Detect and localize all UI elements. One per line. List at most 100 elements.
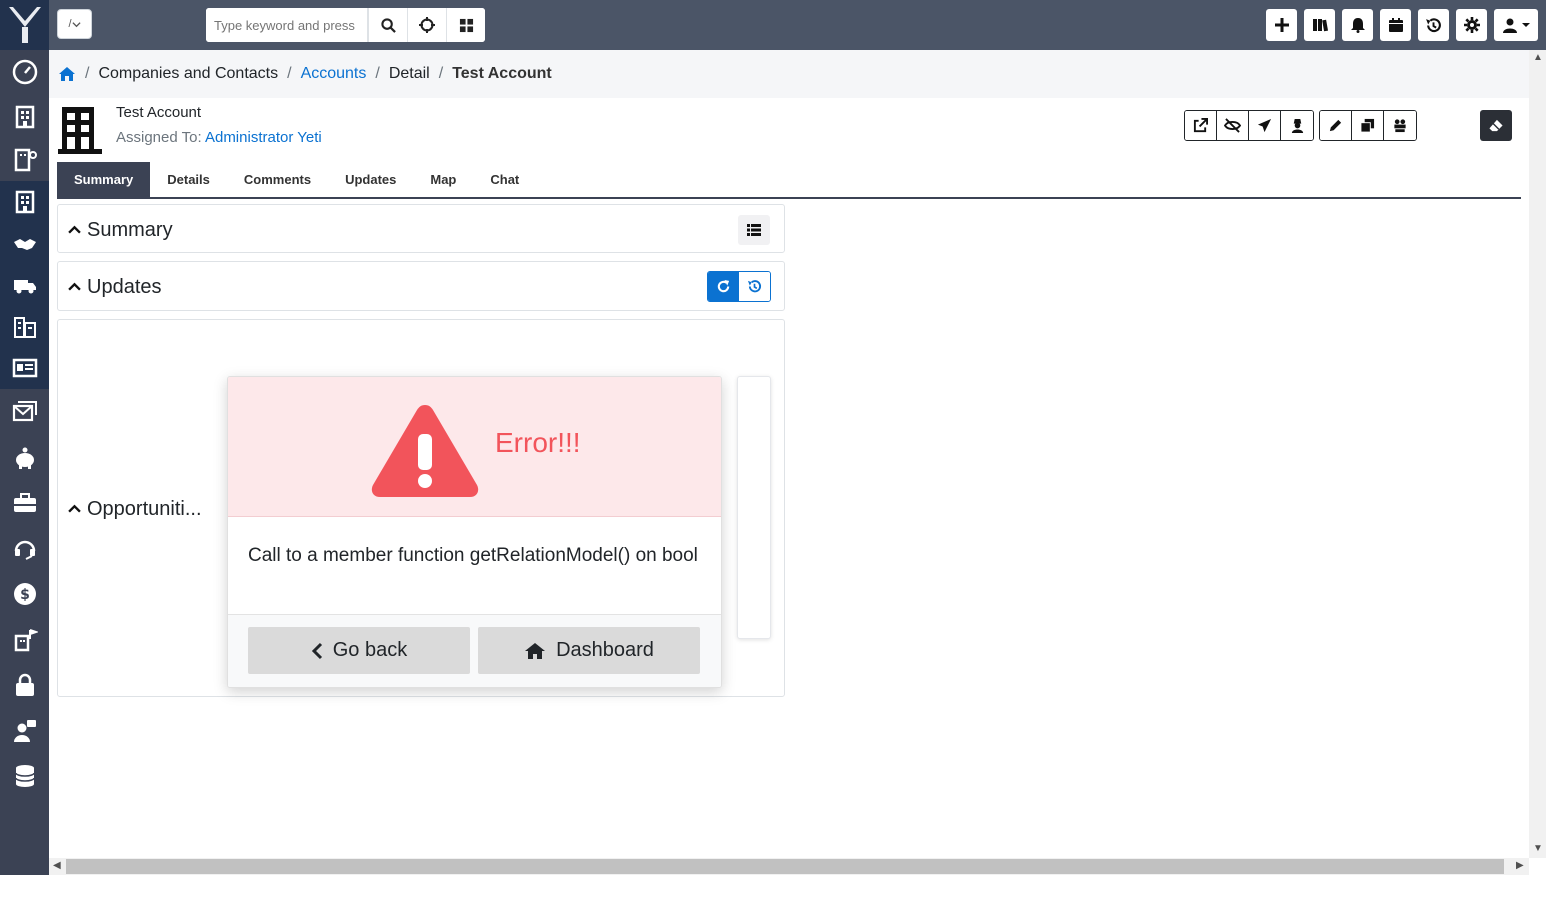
notifications-button[interactable] — [1342, 9, 1373, 41]
headset-icon[interactable] — [0, 527, 49, 569]
summary-panel-header[interactable]: Summary — [68, 219, 173, 242]
eye-slash-icon — [1224, 118, 1241, 133]
building-icon[interactable] — [0, 96, 49, 138]
summary-panel: Summary — [57, 204, 785, 253]
building-user-icon[interactable] — [0, 139, 49, 181]
vertical-scrollbar[interactable]: ▲ ▼ — [1529, 50, 1546, 858]
search-button[interactable] — [368, 8, 407, 42]
eraser-icon — [1489, 119, 1503, 132]
warning-icon — [371, 405, 479, 497]
search-icon — [380, 17, 396, 33]
user-icon — [1503, 18, 1517, 33]
id-card-icon[interactable] — [0, 347, 49, 389]
breadcrumb-link-accounts[interactable]: Accounts — [301, 65, 367, 83]
tab-comments[interactable]: Comments — [227, 162, 328, 197]
external-link-icon — [1193, 118, 1208, 133]
summary-panel-title: Summary — [87, 219, 173, 241]
database-icon[interactable] — [0, 755, 49, 797]
tab-updates[interactable]: Updates — [328, 162, 413, 197]
tab-details[interactable]: Details — [150, 162, 227, 197]
updates-history-button[interactable] — [739, 272, 770, 301]
list-icon — [747, 224, 761, 236]
edit-button[interactable] — [1320, 111, 1352, 140]
top-right-actions — [1266, 9, 1538, 41]
scroll-left-arrow[interactable]: ◀ — [53, 860, 61, 871]
updates-panel-title: Updates — [87, 276, 162, 298]
chevron-down-icon — [71, 21, 81, 27]
piggy-bank-icon[interactable] — [0, 437, 49, 479]
lock-icon[interactable] — [0, 664, 49, 706]
history-icon — [1426, 17, 1441, 32]
breadcrumb: / Companies and Contacts / Accounts / De… — [49, 50, 1529, 98]
truck-icon[interactable] — [0, 264, 49, 306]
app-window: $ / Type keyword and press / Companies a… — [0, 0, 1546, 907]
privacy-button[interactable] — [1281, 111, 1313, 140]
record-tabs: Summary Details Comments Updates Map Cha… — [57, 162, 1521, 199]
send-button[interactable] — [1249, 111, 1281, 140]
home-icon — [525, 642, 546, 659]
refresh-button[interactable] — [708, 272, 739, 301]
plus-icon — [1274, 18, 1289, 32]
opportunities-panel-title: Opportuniti... — [87, 498, 202, 520]
opportunities-panel-header[interactable]: Opportuniti... — [68, 498, 202, 521]
knowledge-base-button[interactable] — [1304, 9, 1335, 41]
record-assigned: Assigned To: Administrator Yeti — [116, 129, 322, 146]
scroll-up-arrow[interactable]: ▲ — [1533, 52, 1543, 63]
search-target-button[interactable] — [407, 8, 446, 42]
scroll-right-arrow[interactable]: ▶ — [1516, 860, 1524, 871]
dashboard-icon[interactable] — [0, 51, 49, 93]
building-icon[interactable] — [0, 181, 49, 223]
gear-icon — [1463, 17, 1480, 33]
pencil-icon — [1329, 119, 1342, 132]
scroll-down-arrow[interactable]: ▼ — [1533, 843, 1543, 854]
go-back-label: Go back — [332, 639, 408, 661]
settings-button[interactable] — [1456, 9, 1487, 41]
tab-summary[interactable]: Summary — [57, 162, 151, 197]
tab-chat[interactable]: Chat — [473, 162, 536, 197]
history-button[interactable] — [1418, 9, 1449, 41]
search-input[interactable] — [206, 8, 368, 42]
dashboard-label: Dashboard — [556, 639, 654, 661]
duplicate-button[interactable] — [1352, 111, 1384, 140]
home-icon[interactable] — [58, 66, 76, 82]
user-message-icon[interactable] — [0, 710, 49, 752]
error-dialog-header: Error!!! — [228, 377, 721, 517]
eraser-button[interactable] — [1480, 110, 1512, 141]
user-menu-button[interactable] — [1494, 9, 1538, 41]
briefcase-icon[interactable] — [0, 482, 49, 524]
tab-map[interactable]: Map — [413, 162, 473, 197]
horizontal-scroll-thumb[interactable] — [66, 859, 1504, 874]
breadcrumb-item: Companies and Contacts — [98, 65, 279, 82]
quick-create-button[interactable] — [1266, 9, 1297, 41]
book-icon — [1312, 19, 1328, 32]
error-dialog-footer: Go back Dashboard — [228, 615, 721, 687]
dashboard-button[interactable]: Dashboard — [478, 627, 700, 674]
assigned-user-link[interactable]: Administrator Yeti — [205, 129, 322, 146]
refresh-icon — [717, 279, 730, 293]
users-button[interactable] — [1384, 111, 1416, 140]
menu-toggle-button[interactable]: / — [57, 9, 92, 39]
horizontal-scrollbar[interactable]: ◀ ▶ — [49, 858, 1529, 875]
handshake-icon[interactable] — [0, 223, 49, 265]
crosshairs-icon — [419, 17, 435, 33]
open-external-button[interactable] — [1185, 111, 1217, 140]
sidebar: $ — [0, 0, 49, 875]
dollar-icon[interactable]: $ — [0, 573, 49, 615]
summary-list-button[interactable] — [738, 215, 770, 245]
go-back-button[interactable]: Go back — [248, 627, 470, 674]
record-header: Test Account Assigned To: Administrator … — [58, 104, 322, 159]
user-secret-icon — [1291, 118, 1303, 133]
envelopes-icon[interactable] — [0, 390, 49, 432]
calendar-button[interactable] — [1380, 9, 1411, 41]
hide-button[interactable] — [1217, 111, 1249, 140]
search-grid-button[interactable] — [446, 8, 485, 42]
record-name: Test Account — [116, 104, 202, 121]
calendar-icon — [1388, 18, 1403, 32]
account-building-icon — [58, 107, 102, 154]
record-actions-group — [1184, 110, 1314, 141]
building-flag-icon[interactable] — [0, 619, 49, 661]
clone-icon — [1360, 118, 1375, 133]
city-icon[interactable] — [0, 306, 49, 348]
updates-panel-header[interactable]: Updates — [68, 276, 162, 299]
yeti-logo[interactable] — [0, 0, 49, 50]
